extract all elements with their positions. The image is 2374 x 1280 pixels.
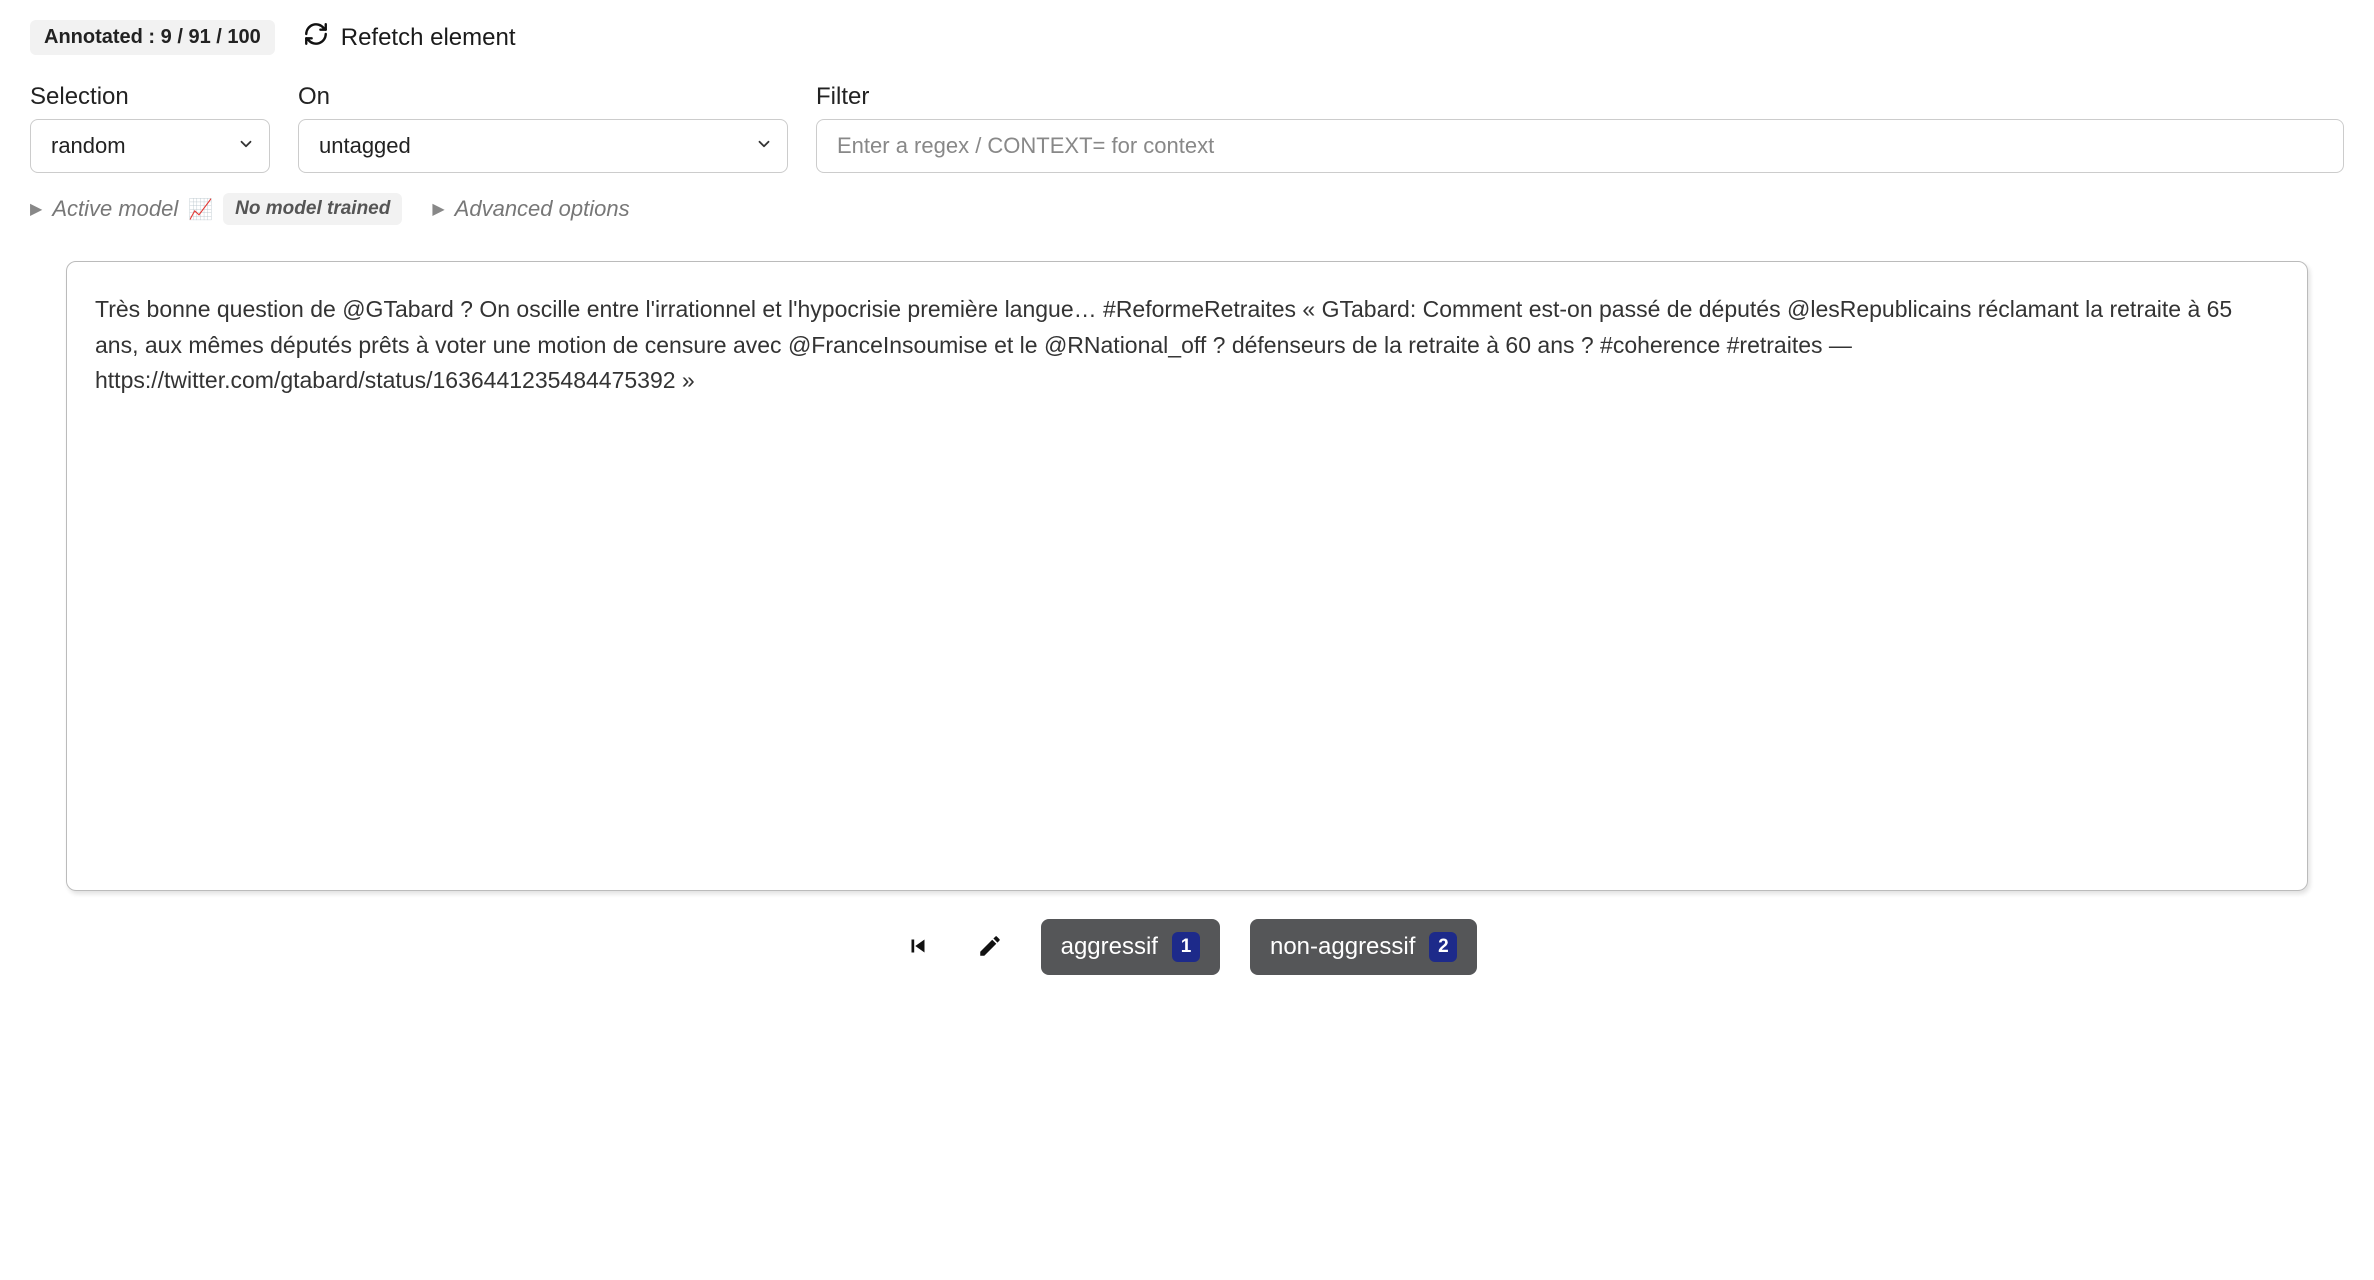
filter-label: Filter [816,83,2344,111]
tag-label: non-aggressif [1270,933,1415,961]
on-value: untagged [319,133,411,159]
selection-label: Selection [30,83,270,111]
advanced-options-label: Advanced options [455,196,630,222]
filter-group: Filter [816,83,2344,173]
chevron-down-icon [237,133,255,159]
annotated-counter-badge: Annotated : 9 / 91 / 100 [30,20,275,55]
no-model-badge: No model trained [223,193,402,225]
element-text: Très bonne question de @GTabard ? On osc… [95,292,2279,399]
meta-row: ▶ Active model 📈 No model trained ▶ Adva… [30,193,2344,225]
edit-button[interactable] [969,925,1011,970]
advanced-options-toggle[interactable]: ▶ Advanced options [432,196,629,222]
element-content-card: Très bonne question de @GTabard ? On osc… [66,261,2308,891]
selection-select[interactable]: random [30,119,270,173]
controls-row: Selection random On untagged Filter [30,83,2344,173]
action-bar: aggressif 1 non-aggressif 2 [30,919,2344,975]
tag-button-aggressif[interactable]: aggressif 1 [1041,919,1220,975]
filter-input[interactable] [816,119,2344,173]
on-select[interactable]: untagged [298,119,788,173]
chart-icon: 📈 [188,197,213,222]
pencil-icon [977,933,1003,962]
previous-button[interactable] [897,925,939,970]
tag-button-non-aggressif[interactable]: non-aggressif 2 [1250,919,1477,975]
on-label: On [298,83,788,111]
triangle-right-icon: ▶ [432,199,444,219]
refresh-icon [303,21,329,54]
active-model-toggle[interactable]: ▶ Active model 📈 No model trained [30,193,402,225]
chevron-down-icon [755,133,773,159]
tag-label: aggressif [1061,933,1158,961]
active-model-label: Active model [52,196,178,222]
selection-value: random [51,133,126,159]
triangle-right-icon: ▶ [30,199,42,219]
key-hint: 1 [1172,932,1200,962]
skip-previous-icon [905,933,931,962]
top-row: Annotated : 9 / 91 / 100 Refetch element [30,20,2344,55]
on-group: On untagged [298,83,788,173]
refetch-label: Refetch element [341,24,516,52]
key-hint: 2 [1429,932,1457,962]
selection-group: Selection random [30,83,270,173]
refetch-button[interactable]: Refetch element [303,21,516,54]
